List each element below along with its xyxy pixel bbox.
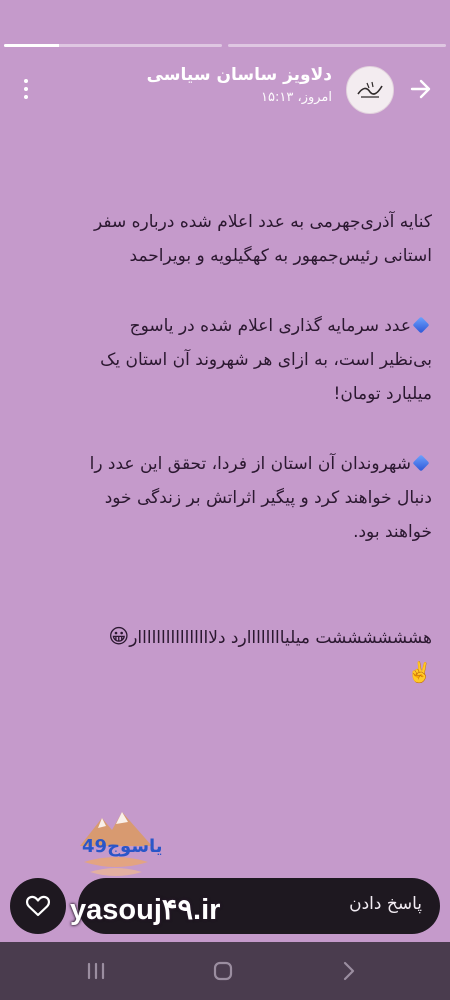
more-vertical-icon[interactable] [14, 74, 38, 104]
arrow-forward-icon[interactable] [406, 74, 436, 104]
watermark-url: yasouj۴۹.ir [70, 894, 221, 926]
home-icon[interactable] [211, 959, 235, 983]
post-paragraph: عدد سرمایه گذاری اعلام شده در یاسوج بی‌ن… [22, 309, 432, 411]
victory-hand-icon: ✌️ [407, 660, 432, 684]
post-line: استانی رئیس‌جمهور به کهگیلویه و بویراحمد [129, 246, 432, 266]
nav-back-icon[interactable] [337, 959, 361, 983]
progress-segment [228, 44, 446, 47]
post-line: عدد سرمایه گذاری اعلام شده در یاسوج [129, 316, 411, 336]
like-button[interactable] [10, 878, 66, 934]
post-line: بی‌نظیر است، به ازای هر شهروند آن استان … [100, 350, 432, 370]
heart-outline-icon [26, 895, 50, 917]
watermark-logo-text: یاسوج49 [82, 836, 163, 857]
reply-label: پاسخ دادن [349, 894, 422, 914]
post-line: هششششششت میلیاااااااارد دلاااااااااااااا… [129, 628, 432, 648]
post-line: کنایه آذری‌جهرمی به عدد اعلام شده درباره… [93, 212, 432, 232]
story-header: دلاویز ساسان سیاسی امروز، ۱۵:۱۳ [0, 60, 450, 120]
post-body: کنایه آذری‌جهرمی به عدد اعلام شده درباره… [22, 205, 432, 727]
progress-fill [4, 44, 59, 47]
channel-name: دلاویز ساسان سیاسی [146, 65, 332, 85]
post-time: امروز، ۱۵:۱۳ [261, 90, 332, 105]
recents-icon[interactable] [84, 959, 108, 983]
blue-diamond-icon [412, 316, 430, 334]
post-line: خواهند بود. [353, 522, 432, 542]
post-line: میلیارد تومان! [333, 384, 432, 404]
blue-diamond-icon [412, 454, 430, 472]
post-line: دنبال خواهند کرد و پیگیر اثراتش بر زندگی… [104, 488, 432, 508]
calligraphy-logo-icon [357, 81, 383, 98]
post-paragraph: کنایه آذری‌جهرمی به عدد اعلام شده درباره… [22, 205, 432, 273]
post-paragraph: هششششششت میلیاااااااارد دلاااااااااااااا… [22, 619, 432, 691]
grinning-face-icon: 😀 [108, 624, 130, 648]
post-paragraph: شهروندان آن استان از فردا، تحقق این عدد … [22, 447, 432, 549]
story-progress [4, 44, 446, 47]
channel-info[interactable]: دلاویز ساسان سیاسی امروز، ۱۵:۱۳ [147, 62, 332, 108]
avatar[interactable] [346, 66, 394, 114]
progress-segment [4, 44, 222, 47]
post-line: شهروندان آن استان از فردا، تحقق این عدد … [89, 454, 411, 474]
system-nav-bar [0, 942, 450, 1000]
